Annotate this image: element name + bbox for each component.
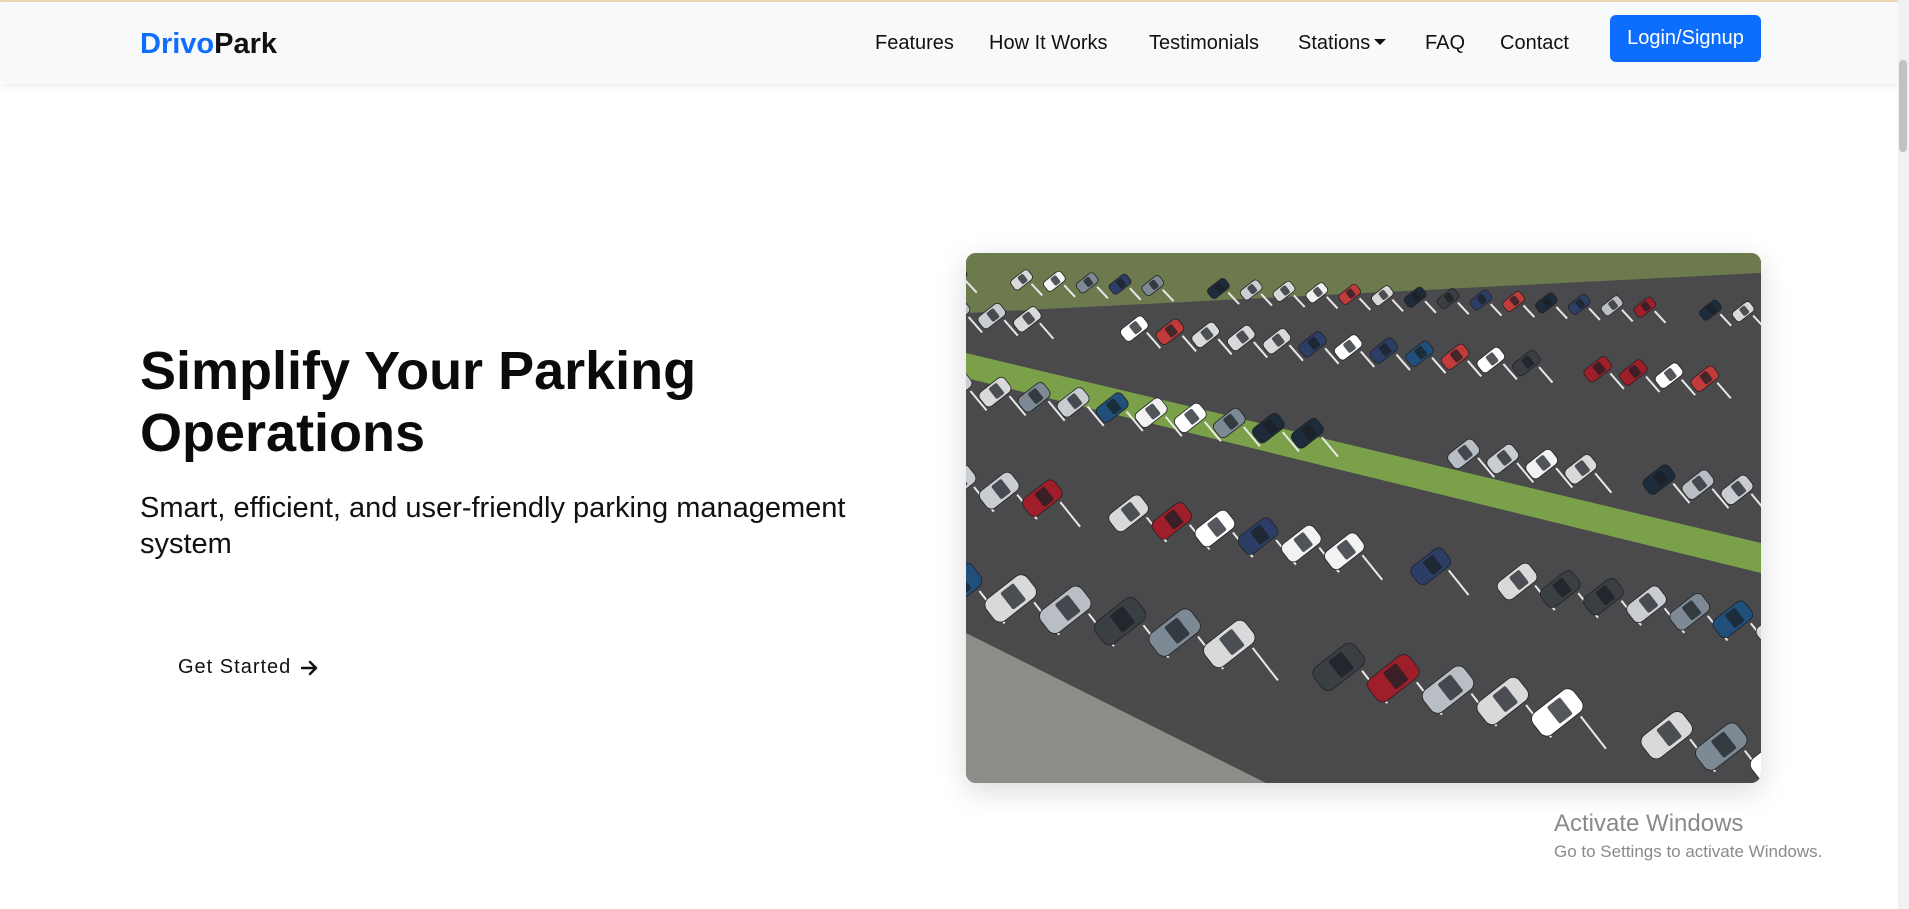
- arrow-right-icon: [301, 660, 318, 675]
- get-started-label: Get Started: [178, 656, 292, 678]
- nav-dropdown-stations-label: Stations: [1298, 32, 1371, 54]
- watermark-title: Activate Windows: [1554, 810, 1744, 837]
- chevron-down-icon: [1374, 38, 1387, 45]
- get-started-button[interactable]: Get Started: [178, 656, 319, 679]
- parking-lot-image: [966, 253, 1761, 783]
- parking-lot-photo: [966, 253, 1761, 783]
- nav-link-faq[interactable]: FAQ: [1425, 32, 1465, 55]
- navbar: Drivo Park Features How It Works Testimon…: [0, 2, 1898, 84]
- hero-title: Simplify Your Parking Operations: [140, 341, 697, 463]
- watermark-subtitle: Go to Settings to activate Windows.: [1554, 842, 1823, 861]
- nav-link-features[interactable]: Features: [875, 32, 954, 55]
- nav-link-how-it-works[interactable]: How It Works: [989, 32, 1108, 55]
- login-signup-button[interactable]: Login/Signup: [1610, 15, 1761, 62]
- nav-link-contact[interactable]: Contact: [1500, 32, 1569, 55]
- scrollbar-thumb[interactable]: [1899, 60, 1907, 152]
- nav-dropdown-stations[interactable]: Stations: [1298, 32, 1387, 55]
- hero-subtitle: Smart, efficient, and user-friendly park…: [140, 492, 846, 560]
- nav-link-testimonials[interactable]: Testimonials: [1149, 32, 1259, 55]
- windows-activation-watermark: Activate Windows Go to Settings to activ…: [1554, 810, 1822, 862]
- scrollbar[interactable]: [1898, 0, 1909, 909]
